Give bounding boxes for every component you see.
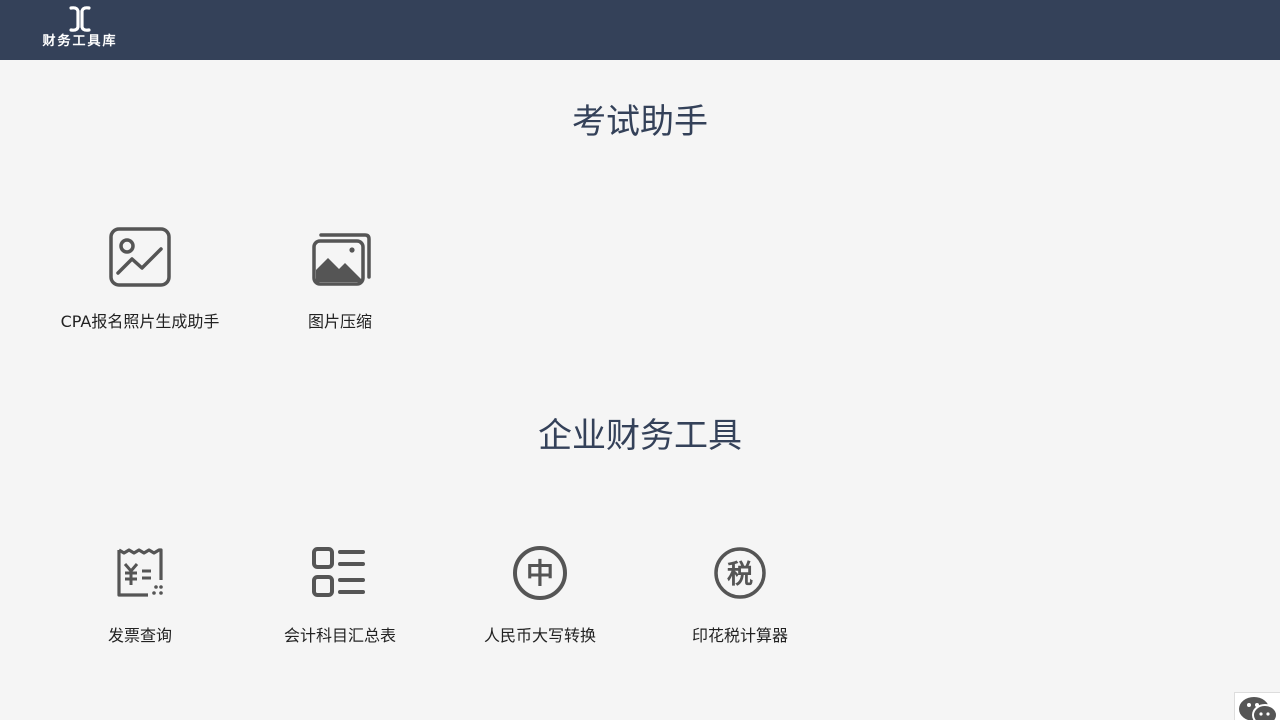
- tool-label: CPA报名照片生成助手: [60, 312, 220, 331]
- site-logo[interactable]: 财务工具库: [40, 6, 120, 54]
- svg-text:中: 中: [526, 557, 554, 590]
- tax-circle-icon: 税: [714, 547, 766, 599]
- section-title-enterprise-finance: 企业财务工具: [538, 416, 742, 456]
- image-stack-icon: [312, 233, 371, 286]
- svg-text:税: 税: [727, 560, 753, 590]
- tool-invoice-query[interactable]: 发票查询: [40, 540, 240, 646]
- tool-rmb-uppercase[interactable]: 中 人民币大写转换: [440, 540, 640, 646]
- logo-text: 财务工具库: [42, 34, 118, 49]
- tool-image-compress[interactable]: 图片压缩: [240, 226, 440, 332]
- tool-stamp-tax-calculator[interactable]: 税 印花税计算器: [640, 540, 840, 646]
- list-summary-icon: [312, 547, 365, 597]
- zhong-circle-icon: 中: [513, 546, 567, 600]
- tool-label: 图片压缩: [307, 312, 372, 331]
- photo-chart-icon: [109, 227, 171, 287]
- tool-label: 印花税计算器: [691, 626, 788, 645]
- tool-label: 发票查询: [107, 626, 172, 645]
- logo-mark-icon: [69, 6, 91, 32]
- wechat-icon: [1239, 697, 1278, 720]
- tool-label: 人民币大写转换: [483, 626, 596, 645]
- top-navbar: 财务工具库: [0, 0, 1280, 60]
- tool-cpa-photo[interactable]: CPA报名照片生成助手: [40, 226, 240, 332]
- section-title-exam-helper: 考试助手: [572, 102, 708, 142]
- wechat-float-button[interactable]: [1234, 692, 1280, 720]
- invoice-icon: [117, 548, 163, 597]
- tool-label: 会计科目汇总表: [283, 626, 396, 645]
- tool-account-summary[interactable]: 会计科目汇总表: [240, 540, 440, 646]
